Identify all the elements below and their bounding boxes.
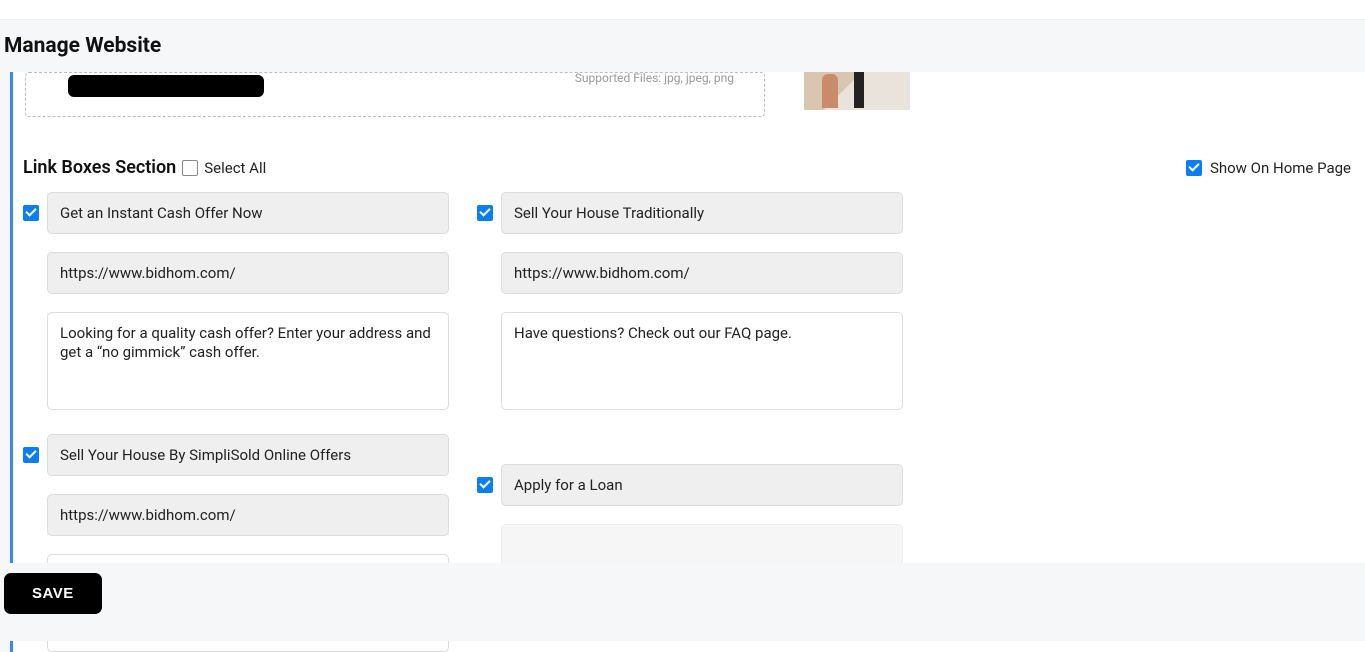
upload-area: Supported Files: jpg, jpeg, png xyxy=(23,72,765,117)
link-box-title-input[interactable] xyxy=(501,192,903,234)
supported-files-text: Supported Files: jpg, jpeg, png xyxy=(575,72,734,85)
page-header: Manage Website xyxy=(0,20,1365,72)
link-box-card xyxy=(477,192,903,410)
select-all-label: Select All xyxy=(204,159,266,177)
upload-dropzone[interactable]: Supported Files: jpg, jpeg, png xyxy=(25,72,765,117)
link-box-enable-checkbox[interactable] xyxy=(23,447,39,463)
select-all-checkbox[interactable] xyxy=(182,160,198,176)
link-box-title-input[interactable] xyxy=(47,434,449,476)
link-box-url-input[interactable] xyxy=(501,524,903,566)
section-title: Link Boxes Section xyxy=(23,157,176,178)
link-box-desc-textarea[interactable] xyxy=(501,312,903,410)
image-thumbnail xyxy=(804,72,910,110)
link-box-url-input[interactable] xyxy=(501,252,903,294)
link-box-enable-checkbox[interactable] xyxy=(477,205,493,221)
top-strip xyxy=(0,0,1365,20)
link-box-enable-checkbox[interactable] xyxy=(23,205,39,221)
link-box-title-input[interactable] xyxy=(501,464,903,506)
section-header: Link Boxes Section Select All Show On Ho… xyxy=(23,157,1355,178)
link-box-url-input[interactable] xyxy=(47,252,449,294)
footer-bar: SAVE xyxy=(0,563,1365,641)
save-button[interactable]: SAVE xyxy=(4,573,102,614)
page-title: Manage Website xyxy=(4,34,1361,58)
link-box-title-input[interactable] xyxy=(47,192,449,234)
link-box-url-input[interactable] xyxy=(47,494,449,536)
link-box-enable-checkbox[interactable] xyxy=(477,477,493,493)
link-box-card xyxy=(23,192,449,410)
show-on-home-checkbox[interactable] xyxy=(1186,160,1202,176)
link-box-desc-textarea[interactable] xyxy=(47,312,449,410)
upload-button[interactable] xyxy=(68,75,264,97)
show-on-home-label: Show On Home Page xyxy=(1210,159,1351,177)
